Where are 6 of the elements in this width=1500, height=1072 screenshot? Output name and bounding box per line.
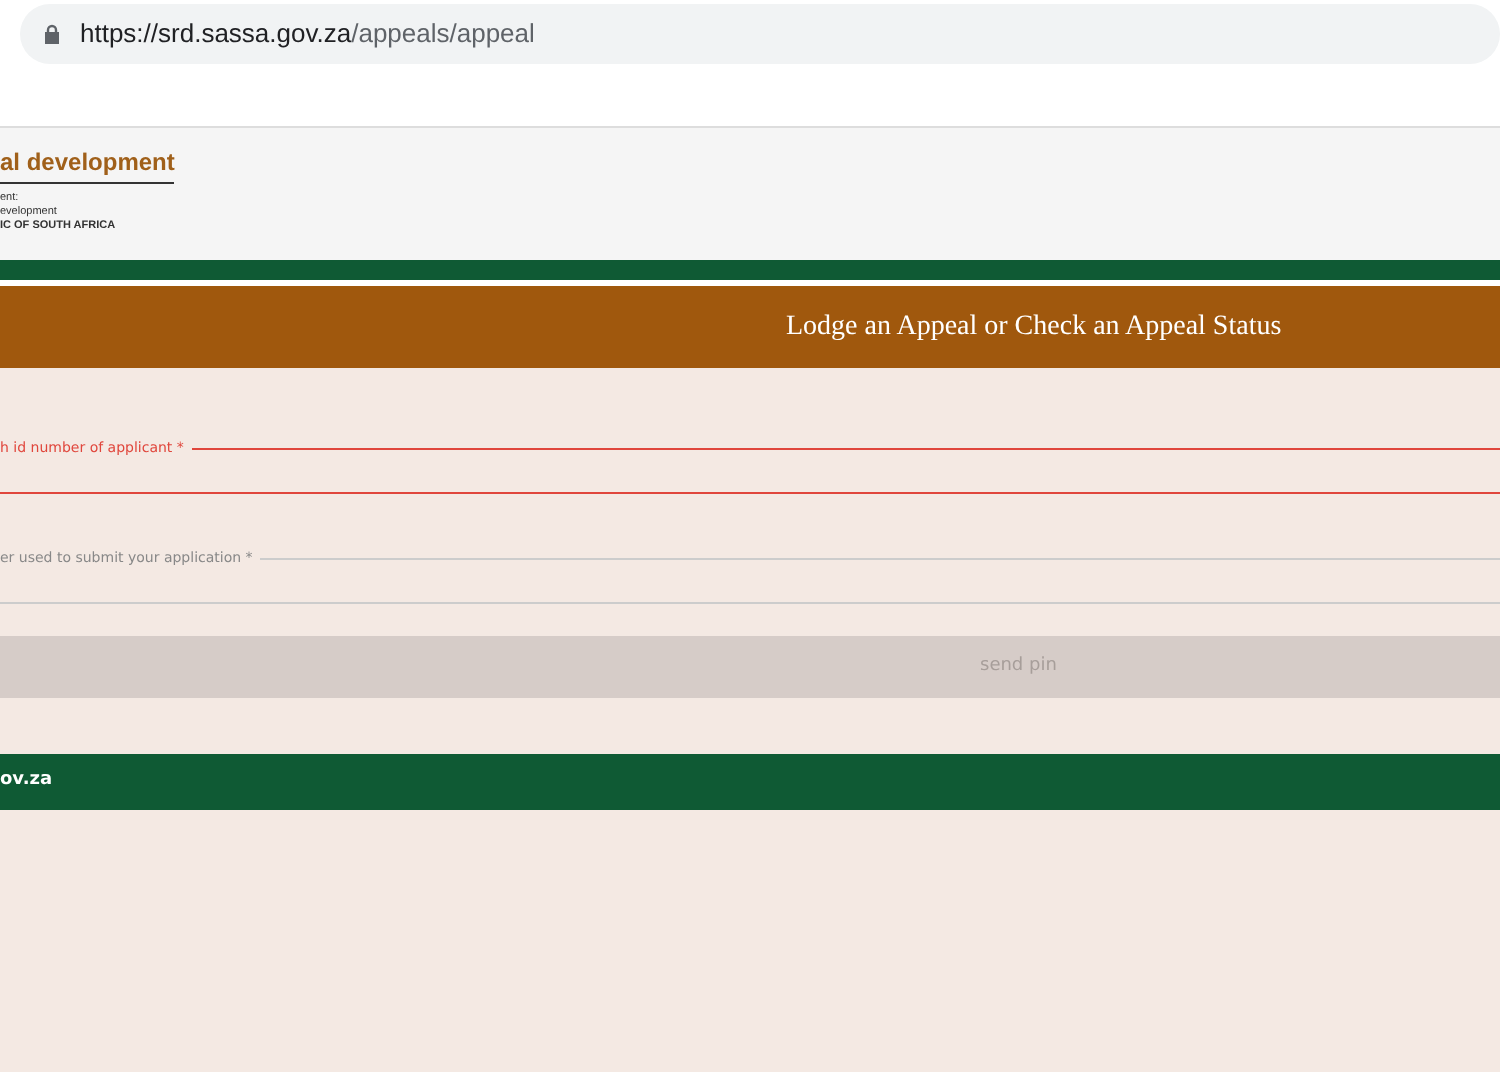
- lock-icon: [44, 24, 60, 44]
- footer-text: ov.za: [0, 768, 53, 795]
- page-title: Lodge an Appeal or Check an Appeal Status: [786, 310, 1282, 346]
- logo-title: al development: [0, 144, 175, 184]
- url-text: https://srd.sassa.gov.za/appeals/appeal: [80, 16, 535, 53]
- address-bar[interactable]: https://srd.sassa.gov.za/appeals/appeal: [20, 4, 1500, 64]
